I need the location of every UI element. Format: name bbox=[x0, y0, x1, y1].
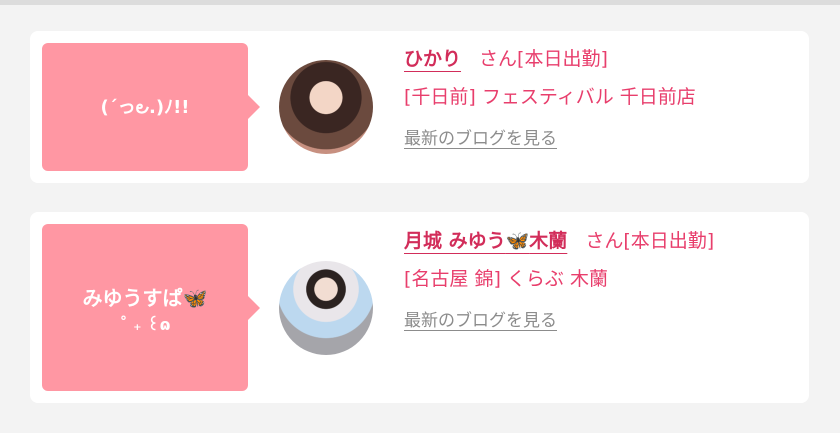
latest-blog-link[interactable]: 最新のブログを見る bbox=[404, 124, 557, 154]
butterfly-icon: 🦋 bbox=[182, 285, 208, 310]
entry-info: 月城 みゆう🦋木蘭 さん[本日出勤] [名古屋 錦] くらぶ 木蘭 最新のブログを… bbox=[404, 226, 784, 336]
list-item: みゆうすぱ🦋 ˚ ₊ ꒰ɷ 月城 みゆう🦋木蘭 さん[本日出勤] [名古屋 錦] … bbox=[30, 212, 809, 403]
avatar[interactable] bbox=[279, 261, 373, 355]
bubble-decoration: ˚ ₊ ꒰ɷ bbox=[119, 314, 171, 334]
status-label: [本日出勤] bbox=[623, 230, 715, 252]
comment-bubble: みゆうすぱ🦋 ˚ ₊ ꒰ɷ bbox=[42, 224, 260, 391]
avatar[interactable] bbox=[279, 60, 373, 154]
list-item: (´っ౿.)ﾉ!! ひかり さん[本日出勤] [千日前] フェスティバル 千日前店… bbox=[30, 31, 809, 183]
profile-name-link[interactable]: 月城 みゆう🦋木蘭 bbox=[404, 230, 567, 252]
honorific: さん bbox=[479, 48, 518, 70]
bubble-text: (´っ౿.)ﾉ!! bbox=[100, 96, 190, 118]
butterfly-icon: 🦋 bbox=[505, 230, 530, 252]
entry-info: ひかり さん[本日出勤] [千日前] フェスティバル 千日前店 最新のブログを見る bbox=[404, 44, 799, 154]
shop-label: [名古屋 錦] くらぶ 木蘭 bbox=[404, 268, 608, 290]
name-part: 木蘭 bbox=[529, 230, 568, 252]
honorific: さん bbox=[585, 230, 624, 252]
latest-blog-link[interactable]: 最新のブログを見る bbox=[404, 306, 557, 336]
name-part: 月城 みゆう bbox=[404, 230, 506, 252]
comment-bubble: (´っ౿.)ﾉ!! bbox=[42, 43, 260, 171]
bubble-text: みゆうすぱ bbox=[82, 285, 183, 310]
status-label: [本日出勤] bbox=[517, 48, 608, 70]
profile-name-link[interactable]: ひかり bbox=[404, 48, 461, 70]
top-divider bbox=[0, 0, 840, 5]
shop-label: [千日前] フェスティバル 千日前店 bbox=[404, 86, 696, 108]
